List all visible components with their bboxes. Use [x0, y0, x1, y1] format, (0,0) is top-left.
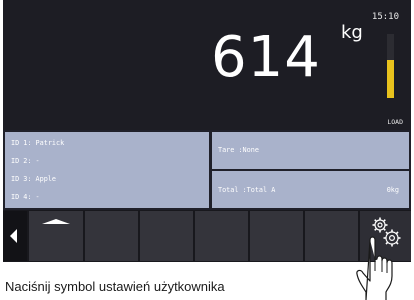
- weight-display: 15:10 614 kg LOAD: [3, 0, 411, 130]
- id-line: ID 2: -: [11, 157, 40, 165]
- info-section: ID 1: Patrick ID 2: - ID 3: Apple ID 4: …: [3, 130, 411, 210]
- softkey-2[interactable]: [85, 211, 138, 261]
- id-line: ID 1: Patrick: [11, 139, 65, 147]
- load-bar: [387, 34, 394, 98]
- softkey-3[interactable]: [140, 211, 193, 261]
- softkey-bar: [3, 210, 411, 262]
- id-line: ID 3: Apple: [11, 175, 57, 183]
- pointing-hand-icon: [356, 236, 393, 300]
- total-panel[interactable]: Total :Total A 0kg: [212, 171, 409, 208]
- softkey-5[interactable]: [250, 211, 303, 261]
- tare-panel[interactable]: Tare :None: [212, 132, 409, 169]
- arrow-up-icon: [42, 219, 70, 224]
- id-panel[interactable]: ID 1: Patrick ID 2: - ID 3: Apple ID 4: …: [5, 132, 209, 208]
- weight-value: 614: [211, 25, 321, 90]
- id-line: ID 4: -: [11, 193, 40, 201]
- chevron-left-icon: [10, 229, 17, 243]
- clock: 15:10: [371, 12, 399, 22]
- softkey-4[interactable]: [195, 211, 248, 261]
- weight-unit: kg: [341, 22, 363, 43]
- softkey-up[interactable]: [29, 211, 83, 261]
- tare-label: Tare :None: [218, 146, 259, 154]
- terminal-screen: 15:10 614 kg LOAD ID 1: Patrick ID 2: - …: [3, 0, 411, 262]
- softkey-6[interactable]: [305, 211, 358, 261]
- load-bar-fill: [387, 59, 394, 98]
- total-value: 0kg: [386, 186, 399, 194]
- scroll-left-button[interactable]: [3, 211, 27, 261]
- load-label: LOAD: [387, 118, 403, 126]
- total-label: Total :Total A: [218, 186, 276, 194]
- instruction-caption: Naciśnij symbol ustawień użytkownika: [5, 279, 225, 294]
